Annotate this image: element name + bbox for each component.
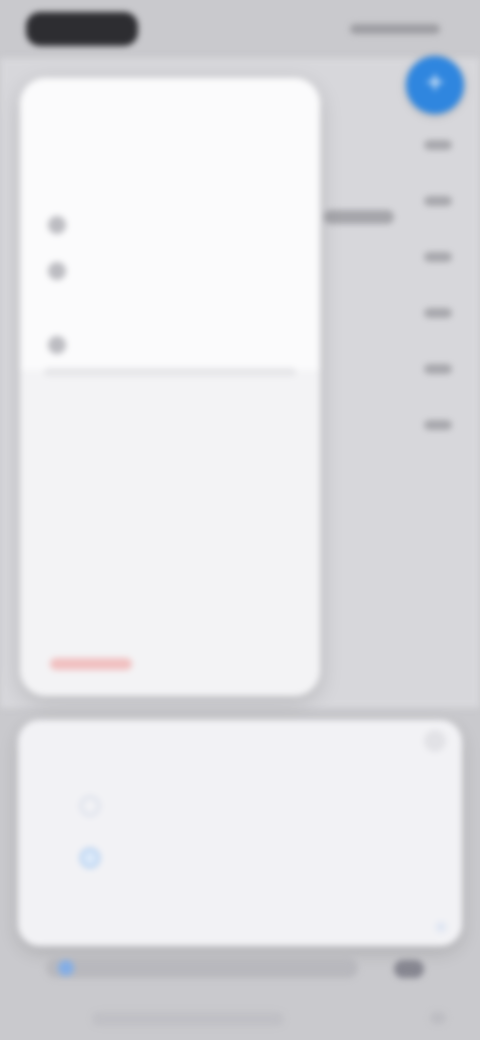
radio-option[interactable] <box>80 796 100 816</box>
fab-button[interactable]: + <box>406 56 464 114</box>
bottom-row-button[interactable] <box>394 960 424 978</box>
bottom-row-secondary <box>92 1012 284 1026</box>
bottom-row-dot <box>430 1012 446 1024</box>
radio-option-selected[interactable] <box>80 848 100 868</box>
background-text-line <box>324 210 394 224</box>
blurred-screen: + <box>0 0 480 1040</box>
status-bar-right <box>350 24 440 34</box>
side-icons <box>416 140 460 476</box>
menu-item-icon <box>48 216 66 234</box>
menu-divider <box>44 368 296 376</box>
close-icon[interactable] <box>424 730 446 752</box>
side-icon[interactable] <box>424 252 452 262</box>
sheet-footer-icon <box>436 922 446 932</box>
status-bar-pill <box>26 12 138 46</box>
menu-item-icon <box>48 262 66 280</box>
menu-item-icon <box>48 336 66 354</box>
bottom-sheet <box>18 720 462 946</box>
side-icon[interactable] <box>424 364 452 374</box>
menu-header <box>20 78 320 370</box>
side-icon[interactable] <box>424 308 452 318</box>
side-icon[interactable] <box>424 196 452 206</box>
side-icon[interactable] <box>424 140 452 150</box>
bottom-row-blue-icon <box>58 960 74 976</box>
add-icon: + <box>426 66 444 99</box>
side-icon[interactable] <box>424 420 452 430</box>
menu-card <box>20 78 320 696</box>
bottom-row <box>46 958 358 978</box>
menu-danger-item[interactable] <box>50 658 132 670</box>
